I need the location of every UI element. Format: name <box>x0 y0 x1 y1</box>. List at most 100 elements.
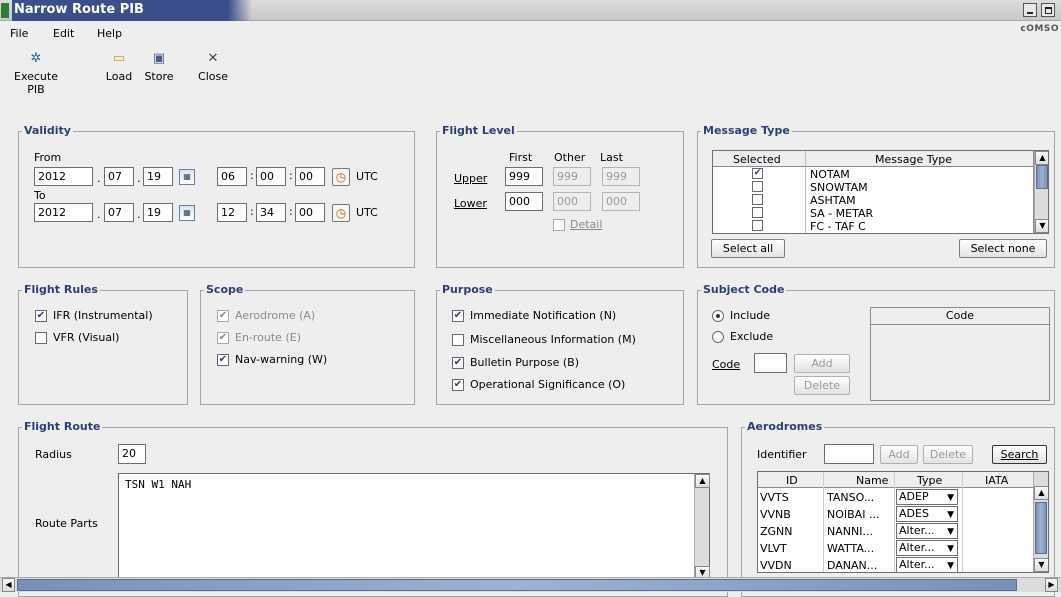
menu-file[interactable]: File <box>10 27 28 40</box>
scroll-left-icon[interactable]: ◀ <box>2 578 15 592</box>
aerodrome-checkbox[interactable]: ✔ <box>217 310 229 322</box>
type-column-header[interactable]: Type <box>917 474 942 487</box>
message-type-row[interactable]: FC - TAF C <box>713 220 1033 233</box>
include-radio[interactable] <box>712 310 724 322</box>
to-hour-field[interactable]: 12 <box>217 203 247 222</box>
message-type-row[interactable]: ✔ NOTAM <box>713 168 1033 181</box>
aerodrome-type-select[interactable]: ADES ▼ <box>896 506 958 522</box>
name-column-header[interactable]: Name <box>856 474 888 487</box>
operational-checkbox[interactable]: ✔ <box>452 379 464 391</box>
bulletin-checkbox[interactable]: ✔ <box>452 357 464 369</box>
save-icon: ▣ <box>152 51 166 66</box>
from-minute-field[interactable]: 00 <box>256 167 286 186</box>
load-button[interactable]: ▭ Load <box>104 52 134 84</box>
lower-last-field[interactable]: 000 <box>602 192 640 211</box>
upper-first-field[interactable]: 999 <box>505 167 543 186</box>
aerodrome-row[interactable]: VVNB NOIBAI ... ADES ▼ <box>758 506 1033 523</box>
scroll-up-icon[interactable]: ▲ <box>1034 486 1048 500</box>
calendar-icon[interactable]: ▦ <box>179 169 195 185</box>
radius-field[interactable]: 20 <box>118 444 146 464</box>
delete-aerodrome-button[interactable]: Delete <box>923 445 973 464</box>
aerodrome-row[interactable]: ZGNN NANNI... Alter... ▼ <box>758 523 1033 540</box>
select-all-button[interactable]: Select all <box>711 239 785 258</box>
menu-edit[interactable]: Edit <box>53 27 74 40</box>
vertical-scrollbar[interactable]: ▲ ▼ <box>1033 472 1048 572</box>
message-type-checkbox[interactable] <box>752 207 763 218</box>
store-button[interactable]: ▣ Store <box>141 51 177 84</box>
to-utc-label: UTC <box>356 206 378 219</box>
to-month-field[interactable]: 07 <box>104 203 134 222</box>
close-button[interactable]: ✕ Close <box>195 52 231 84</box>
lower-first-field[interactable]: 000 <box>505 192 543 211</box>
message-type-checkbox[interactable] <box>752 220 763 231</box>
from-day-field[interactable]: 19 <box>143 167 173 186</box>
to-minute-field[interactable]: 34 <box>256 203 286 222</box>
to-day-field[interactable]: 19 <box>143 203 173 222</box>
navwarning-checkbox[interactable]: ✔ <box>217 354 229 366</box>
aerodrome-type-select[interactable]: Alter... ▼ <box>896 540 958 556</box>
message-type-checkbox[interactable] <box>752 194 763 205</box>
scroll-thumb[interactable] <box>1036 165 1048 189</box>
selected-column-header[interactable]: Selected <box>733 153 781 166</box>
scroll-right-icon[interactable]: ▶ <box>1045 578 1058 592</box>
vertical-scrollbar[interactable]: ▲ ▼ <box>694 474 710 580</box>
upper-last-field[interactable]: 999 <box>602 167 640 186</box>
aerodrome-type-select[interactable]: ADEP ▼ <box>896 489 958 505</box>
from-month-field[interactable]: 07 <box>104 167 134 186</box>
select-none-button[interactable]: Select none <box>959 239 1047 258</box>
vertical-scrollbar[interactable]: ▲ ▼ <box>1034 151 1048 233</box>
scroll-up-icon[interactable]: ▲ <box>695 474 710 488</box>
aerodrome-type-select[interactable]: Alter... ▼ <box>896 557 958 572</box>
message-type-table: Selected Message Type ✔ NOTAM SNOWTAM ASHTA… <box>712 150 1049 234</box>
message-type-row[interactable]: SA - METAR <box>713 207 1033 220</box>
scroll-down-icon[interactable]: ▼ <box>1034 558 1048 572</box>
upper-other-field[interactable]: 999 <box>553 167 591 186</box>
scroll-up-icon[interactable]: ▲ <box>1035 151 1048 165</box>
message-type-row[interactable]: SNOWTAM <box>713 181 1033 194</box>
horizontal-scrollbar[interactable]: ◀ ▶ <box>0 577 1061 592</box>
aerodrome-id: VVDN <box>760 559 792 572</box>
to-year-field[interactable]: 2012 <box>34 203 93 222</box>
clock-icon[interactable]: ◷ <box>332 168 350 186</box>
id-column-header[interactable]: ID <box>786 474 798 487</box>
misc-checkbox[interactable] <box>452 334 464 346</box>
message-type-checkbox[interactable] <box>752 181 763 192</box>
calendar-icon[interactable]: ▦ <box>179 205 195 221</box>
exclude-radio[interactable] <box>712 331 724 343</box>
scroll-thumb[interactable] <box>1035 502 1047 554</box>
identifier-field[interactable] <box>824 444 874 464</box>
ifr-checkbox[interactable]: ✔ <box>35 310 47 322</box>
enroute-checkbox[interactable]: ✔ <box>217 332 229 344</box>
code-column-header[interactable]: Code <box>871 308 1049 325</box>
add-code-button[interactable]: Add <box>794 354 850 373</box>
route-parts-textarea[interactable]: TSN W1 NAH ▲ ▼ <box>118 473 710 581</box>
minimize-button[interactable] <box>1023 3 1037 17</box>
aerodrome-row[interactable]: VLVT WATTA... Alter... ▼ <box>758 540 1033 557</box>
scroll-thumb[interactable] <box>17 579 1017 591</box>
immediate-checkbox[interactable]: ✔ <box>452 310 464 322</box>
message-type-checkbox[interactable]: ✔ <box>752 168 763 179</box>
from-second-field[interactable]: 00 <box>295 167 325 186</box>
message-type-column-header[interactable]: Message Type <box>875 153 952 166</box>
delete-code-button[interactable]: Delete <box>794 376 850 395</box>
execute-pib-button[interactable]: ✲ Execute PIB <box>6 52 66 97</box>
detail-checkbox[interactable] <box>553 219 565 231</box>
vfr-checkbox[interactable] <box>35 332 47 344</box>
message-type-row[interactable]: ASHTAM <box>713 194 1033 207</box>
scroll-down-icon[interactable]: ▼ <box>1035 219 1048 233</box>
aerodrome-id: VVTS <box>760 491 789 504</box>
add-aerodrome-button[interactable]: Add <box>880 445 918 464</box>
from-year-field[interactable]: 2012 <box>34 167 93 186</box>
clock-icon[interactable]: ◷ <box>332 204 350 222</box>
to-second-field[interactable]: 00 <box>295 203 325 222</box>
lower-other-field[interactable]: 000 <box>553 192 591 211</box>
code-field[interactable] <box>754 353 787 373</box>
aerodrome-row[interactable]: VVDN DANAN... Alter... ▼ <box>758 557 1033 572</box>
menu-help[interactable]: Help <box>97 27 122 40</box>
from-hour-field[interactable]: 06 <box>217 167 247 186</box>
iata-column-header[interactable]: IATA <box>985 474 1008 487</box>
search-button[interactable]: Search <box>992 445 1047 464</box>
aerodrome-row[interactable]: VVTS TANSO... ADEP ▼ <box>758 489 1033 506</box>
maximize-button[interactable] <box>1041 3 1055 17</box>
aerodrome-type-select[interactable]: Alter... ▼ <box>896 523 958 539</box>
